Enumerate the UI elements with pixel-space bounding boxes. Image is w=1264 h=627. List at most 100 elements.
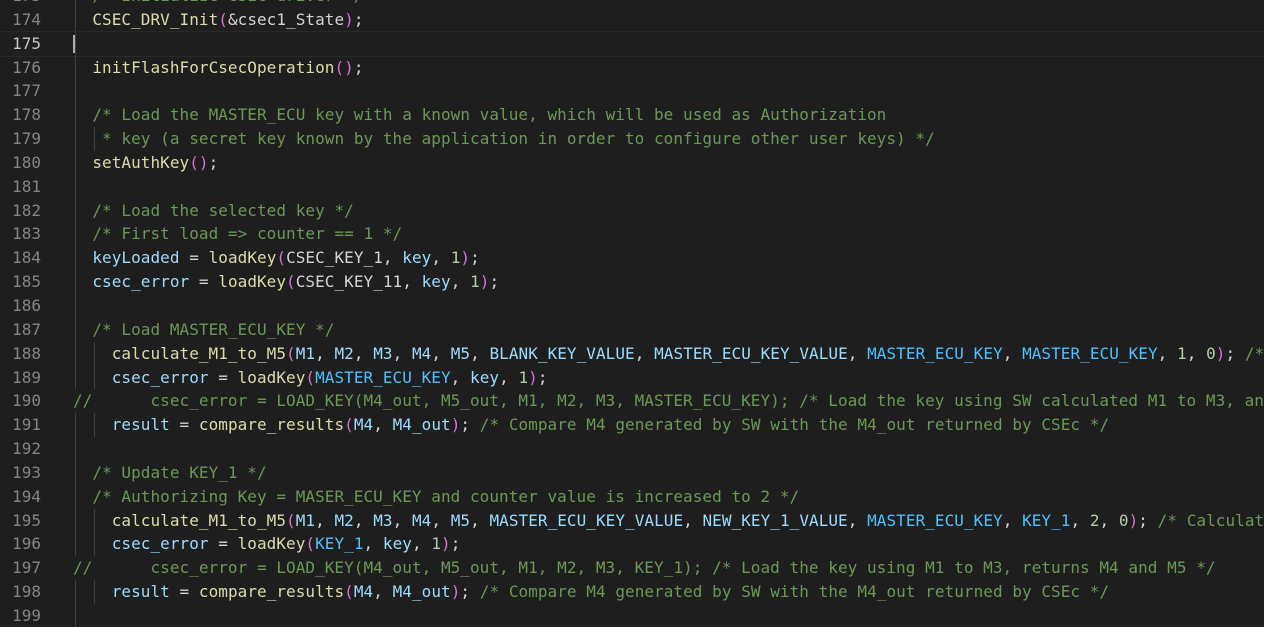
code-token: ()	[189, 152, 209, 172]
line-code: // csec_error = LOAD_KEY(M4_out, M5_out,…	[73, 556, 1216, 580]
code-token: ,	[431, 343, 451, 363]
code-token: (	[276, 248, 287, 268]
code-token: (	[218, 9, 228, 29]
line-number: 190	[12, 391, 41, 411]
code-line[interactable]: 199	[0, 603, 1264, 627]
code-token: )	[528, 367, 538, 387]
code-line[interactable]: 180 setAuthKey();	[0, 150, 1264, 175]
code-token: calculate_M1_to_M5	[111, 343, 287, 363]
code-token: ,	[1002, 510, 1023, 530]
code-token: 2	[1089, 510, 1100, 530]
line-number: 193	[12, 462, 41, 482]
code-token: /* Load the MASTER_ECU key with a known …	[92, 105, 887, 125]
line-code: /* Load the MASTER_ECU key with a known …	[73, 103, 886, 127]
line-code: * key (a secret key known by the applica…	[73, 127, 935, 151]
code-line[interactable]: 192	[0, 437, 1264, 461]
line-number: 192	[12, 439, 41, 459]
code-token: =	[179, 248, 209, 268]
code-token: =	[189, 272, 219, 292]
code-token: (	[305, 534, 316, 554]
code-token: ,	[1186, 343, 1207, 363]
line-code: /* Initialize CSEc driver */	[73, 0, 364, 8]
code-token: calculate_M1_to_M5	[111, 510, 287, 530]
code-token: 0	[1118, 510, 1129, 530]
code-token: ,	[315, 510, 335, 530]
code-line[interactable]: 176 initFlashForCsecOperation();	[0, 55, 1264, 80]
code-token: compare_results	[198, 582, 345, 602]
line-number: 194	[12, 486, 41, 506]
line-number: 175	[12, 33, 41, 53]
code-token: /* Calculate	[1157, 510, 1264, 530]
code-token: (	[344, 582, 354, 602]
code-token: 1	[470, 272, 480, 292]
code-token: /* Update KEY_1 */	[92, 462, 267, 482]
code-line[interactable]: 198 result = compare_results(M4, M4_out)…	[0, 580, 1264, 604]
code-token: ,	[392, 343, 412, 363]
code-line[interactable]: 186	[0, 293, 1264, 318]
code-token: /* Compare M4 generated by SW with the M…	[479, 582, 1110, 602]
code-editor[interactable]: 173 /* Initialize CSEc driver */174 CSEC…	[0, 0, 1264, 627]
code-token: loadKey	[237, 534, 306, 554]
code-token: ;	[353, 9, 364, 29]
code-token: ,	[1070, 510, 1090, 530]
code-line[interactable]: 175	[0, 30, 1264, 57]
code-line[interactable]: 196 csec_error = loadKey(KEY_1, key, 1);	[0, 532, 1264, 557]
line-code: /* Load the selected key */	[73, 199, 354, 223]
code-token: =	[169, 415, 199, 435]
code-token: ,	[847, 510, 868, 530]
line-code: csec_error = loadKey(MASTER_ECU_KEY, key…	[73, 366, 548, 390]
code-line[interactable]: 182 /* Load the selected key */	[0, 198, 1264, 223]
code-token: ,	[373, 415, 393, 435]
code-line[interactable]: 193 /* Update KEY_1 */	[0, 460, 1264, 485]
code-token: M4	[353, 415, 374, 435]
code-token: * key (a secret key known by the applica…	[102, 129, 935, 149]
code-token: M2	[334, 343, 354, 363]
code-token: ,	[450, 272, 471, 292]
code-line[interactable]: 188 calculate_M1_to_M5(M1, M2, M3, M4, M…	[0, 341, 1264, 366]
line-code: result = compare_results(M4, M4_out); /*…	[73, 413, 1109, 437]
code-token: MASTER_ECU_KEY	[867, 343, 1003, 363]
code-line[interactable]: 187 /* Load MASTER_ECU_KEY */	[0, 317, 1264, 342]
code-line[interactable]: 184 keyLoaded = loadKey(CSEC_KEY_1, key,…	[0, 246, 1264, 271]
code-line[interactable]: 177	[0, 79, 1264, 104]
code-token: /*	[1244, 343, 1264, 363]
code-line[interactable]: 174 CSEC_DRV_Init(&csec1_State);	[0, 7, 1264, 32]
code-token: keyLoaded	[92, 248, 180, 268]
code-line[interactable]: 183 /* First load => counter == 1 */	[0, 222, 1264, 247]
code-token: BLANK_KEY_VALUE	[489, 343, 635, 363]
code-line[interactable]: 189 csec_error = loadKey(MASTER_ECU_KEY,…	[0, 365, 1264, 390]
code-line[interactable]: 191 result = compare_results(M4, M4_out)…	[0, 413, 1264, 438]
line-number: 178	[12, 105, 41, 125]
code-token: (	[286, 343, 296, 363]
code-line[interactable]: 181	[0, 174, 1264, 199]
code-token: result	[111, 415, 170, 435]
line-number: 179	[12, 129, 41, 149]
code-token: =	[169, 582, 199, 602]
code-line[interactable]: 185 csec_error = loadKey(CSEC_KEY_11, ke…	[0, 270, 1264, 294]
line-number: 188	[12, 343, 41, 363]
code-line[interactable]: 178 /* Load the MASTER_ECU key with a kn…	[0, 103, 1264, 128]
line-number: 186	[12, 295, 41, 315]
code-token: (	[305, 367, 316, 387]
line-number: 174	[12, 9, 41, 29]
line-number: 185	[12, 272, 41, 292]
code-line[interactable]: 179 * key (a secret key known by the app…	[0, 127, 1264, 151]
code-token: ,	[431, 248, 451, 268]
code-line[interactable]: 173 /* Initialize CSEc driver */	[0, 0, 1264, 8]
code-token: M2	[334, 510, 354, 530]
code-token: ,	[392, 510, 412, 530]
code-line[interactable]: 194 /* Authorizing Key = MASER_ECU_KEY a…	[0, 484, 1264, 509]
code-token: ;	[353, 57, 364, 77]
code-line[interactable]: 190 // csec_error = LOAD_KEY(M4_out, M5_o…	[0, 389, 1264, 413]
code-token: MASTER_ECU_KEY	[867, 510, 1003, 530]
code-token: csec_error	[111, 534, 209, 554]
code-line[interactable]: 195 calculate_M1_to_M5(M1, M2, M3, M4, M…	[0, 508, 1264, 533]
code-line[interactable]: 197 // csec_error = LOAD_KEY(M4_out, M5_o…	[0, 556, 1264, 580]
code-token: MASTER_ECU_KEY_VALUE	[654, 343, 848, 363]
